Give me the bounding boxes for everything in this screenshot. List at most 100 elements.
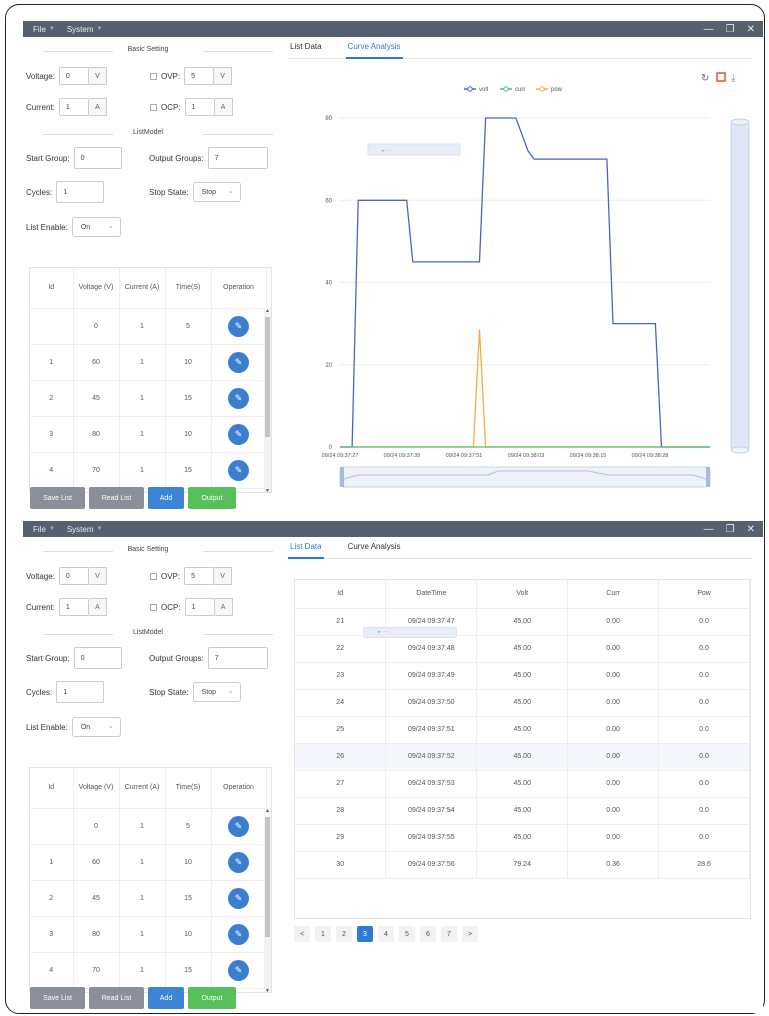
edit-icon[interactable]: ✎ <box>228 423 249 445</box>
close-icon[interactable]: ✕ <box>747 24 755 35</box>
col-time: Time(S) <box>165 768 212 809</box>
table-row[interactable]: 22 09/24 09:37:48 45.00 0.00 0.0 <box>295 635 750 663</box>
edit-icon[interactable]: ✎ <box>228 387 249 409</box>
output-button[interactable]: Output <box>188 487 236 509</box>
edit-icon[interactable]: ✎ <box>228 351 249 373</box>
y-zoom-slider[interactable] <box>730 118 750 454</box>
table-scrollbar[interactable]: ▲ ▼ <box>264 808 271 992</box>
table-scrollbar[interactable]: ▲ ▼ <box>264 308 271 492</box>
col-volt: Volt <box>476 580 569 609</box>
x-tick-label: 09/24 09:38:15 <box>570 453 607 459</box>
edit-icon[interactable]: ✎ <box>228 851 249 873</box>
tab-list-data[interactable]: List Data <box>288 37 324 59</box>
ocp-input[interactable]: 1 <box>184 598 215 616</box>
voltage-input[interactable]: 0 <box>58 567 89 585</box>
ovp-checkbox[interactable] <box>150 72 157 80</box>
page-2[interactable]: 2 <box>336 926 352 942</box>
cycles-input[interactable]: 1 <box>56 681 105 703</box>
page-6[interactable]: 6 <box>420 926 436 942</box>
output-button[interactable]: Output <box>188 987 236 1009</box>
stop-state-select[interactable]: Stop ⌄ <box>192 182 241 202</box>
next-page-button[interactable]: > <box>462 926 478 942</box>
menu-file[interactable]: File ▼ <box>33 525 55 534</box>
ocp-checkbox[interactable] <box>150 103 157 111</box>
scroll-thumb[interactable] <box>265 317 270 437</box>
table-row[interactable]: 28 09/24 09:37:54 45.00 0.00 0.0 <box>295 797 750 825</box>
menu-file[interactable]: File ▼ <box>33 25 55 34</box>
slider-handle-right[interactable] <box>706 467 710 487</box>
chevron-down-icon: ▼ <box>48 26 55 32</box>
ocp-input[interactable]: 1 <box>184 98 215 116</box>
voltage-input[interactable]: 0 <box>58 67 89 85</box>
table-row[interactable]: 27 09/24 09:37:53 45.00 0.00 0.0 <box>295 770 750 798</box>
edit-icon[interactable]: ✎ <box>228 959 249 981</box>
edit-icon[interactable]: ✎ <box>228 315 249 337</box>
current-input[interactable]: 1 <box>58 98 89 116</box>
tab-curve-analysis[interactable]: Curve Analysis <box>345 37 403 59</box>
current-input[interactable]: 1 <box>58 598 89 616</box>
legend-label-curr[interactable]: curr <box>515 87 525 93</box>
minimize-icon[interactable]: — <box>704 24 714 35</box>
scroll-down-icon[interactable]: ▼ <box>264 988 271 992</box>
read-list-button[interactable]: Read List <box>89 987 144 1009</box>
x-zoom-slider[interactable] <box>339 466 711 488</box>
basic-setting-title: Basic Setting <box>23 546 273 553</box>
scroll-down-icon[interactable]: ▼ <box>264 488 271 492</box>
table-row[interactable]: 26 09/24 09:37:52 45.00 0.00 0.0 <box>295 743 750 771</box>
scroll-up-icon[interactable]: ▲ <box>264 808 271 814</box>
ovp-checkbox[interactable] <box>150 572 157 580</box>
scroll-up-icon[interactable]: ▲ <box>264 308 271 314</box>
zoom-icon[interactable] <box>716 72 726 82</box>
scroll-thumb[interactable] <box>265 817 270 937</box>
prev-page-button[interactable]: < <box>294 926 310 942</box>
slider-handle-top[interactable] <box>730 118 750 126</box>
page-4[interactable]: 4 <box>378 926 394 942</box>
legend-label-volt[interactable]: volt <box>479 87 489 93</box>
restore-icon[interactable]: ❐ <box>726 524 735 535</box>
edit-icon[interactable]: ✎ <box>228 815 249 837</box>
tab-curve-analysis[interactable]: Curve Analysis <box>346 537 403 559</box>
cycles-input[interactable]: 1 <box>56 181 105 203</box>
page-1[interactable]: 1 <box>315 926 331 942</box>
list-enable-select[interactable]: On ⌄ <box>71 217 121 237</box>
ovp-input[interactable]: 5 <box>184 567 215 585</box>
table-row[interactable]: 23 09/24 09:37:49 45.00 0.00 0.0 <box>295 662 750 690</box>
menu-system[interactable]: System ▼ <box>67 25 103 34</box>
menu-system[interactable]: System ▼ <box>67 525 103 534</box>
stop-state-select[interactable]: Stop ⌄ <box>192 682 241 702</box>
minimize-icon[interactable]: — <box>704 524 714 535</box>
close-icon[interactable]: ✕ <box>747 524 755 535</box>
output-groups-input[interactable]: 7 <box>207 147 268 169</box>
edit-icon[interactable]: ✎ <box>228 459 249 481</box>
output-groups-input[interactable]: 7 <box>207 647 268 669</box>
table-row[interactable]: 29 09/24 09:37:55 45.00 0.00 0.0 <box>295 824 750 852</box>
table-row[interactable]: 30 09/24 09:37:56 79.24 0.36 28.6 <box>295 851 750 879</box>
slider-handle-bottom[interactable] <box>730 446 750 454</box>
ovp-input[interactable]: 5 <box>184 67 215 85</box>
restore-view-icon[interactable]: ↻ <box>701 73 709 84</box>
page-3[interactable]: 3 <box>357 926 373 942</box>
start-group-input[interactable]: 0 <box>73 647 122 669</box>
add-button[interactable]: Add <box>148 487 184 509</box>
edit-icon[interactable]: ✎ <box>228 923 249 945</box>
save-list-button[interactable]: Save List <box>30 987 85 1009</box>
read-list-button[interactable]: Read List <box>89 487 144 509</box>
ocp-checkbox[interactable] <box>150 603 157 611</box>
download-icon[interactable]: ⤓ <box>731 73 736 84</box>
start-group-input[interactable]: 0 <box>73 147 122 169</box>
restore-icon[interactable]: ❐ <box>726 24 735 35</box>
table-row[interactable]: 24 09/24 09:37:50 45.00 0.00 0.0 <box>295 689 750 717</box>
slider-handle-left[interactable] <box>340 467 344 487</box>
tab-list-data[interactable]: List Data <box>288 537 324 559</box>
edit-icon[interactable]: ✎ <box>228 887 249 909</box>
legend-label-pow[interactable]: pow <box>551 87 563 93</box>
table-row[interactable]: 25 09/24 09:37:51 45.00 0.00 0.0 <box>295 716 750 744</box>
list-enable-select[interactable]: On ⌄ <box>71 717 121 737</box>
current-row: Current: 1 A <box>26 598 107 616</box>
current-unit: A <box>88 98 107 116</box>
save-list-button[interactable]: Save List <box>30 487 85 509</box>
page-5[interactable]: 5 <box>399 926 415 942</box>
chevron-down-icon: ▼ <box>48 526 55 532</box>
add-button[interactable]: Add <box>148 987 184 1009</box>
page-7[interactable]: 7 <box>441 926 457 942</box>
